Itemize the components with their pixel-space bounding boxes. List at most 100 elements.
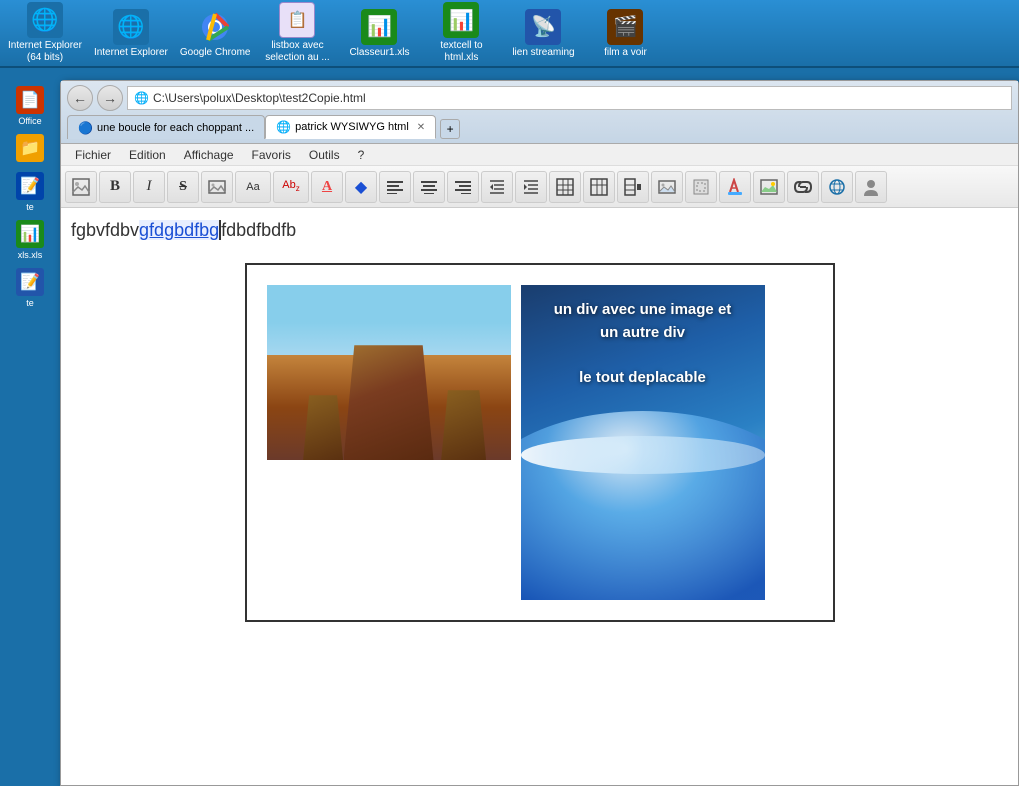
toolbar-indent-btn[interactable] [481,171,513,203]
content-box: un div avec une image et un autre div le… [245,263,835,622]
toolbar-person-btn[interactable] [855,171,887,203]
text-before-highlight: fgbvfdbv [71,220,139,240]
taskbar: 🌐 Internet Explorer(64 bits) 🌐 Internet … [0,0,1019,68]
toolbar-table2-btn[interactable] [583,171,615,203]
office-icon: 📄 [16,86,44,114]
toolbar-bold-btn[interactable]: B [99,171,131,203]
tab-boucle[interactable]: 🔵 une boucle for each choppant ... [67,115,265,139]
toolbar-fontsize-btn[interactable]: Aa [235,171,271,203]
desert-butte-left [303,395,343,460]
text-after-highlight: fdbdfbdfb [221,220,296,240]
taskbar-film[interactable]: 🎬 film a voir [590,9,660,58]
wave-text-line3: le tout deplacable [529,367,757,390]
toolbar-color-btn[interactable]: A [311,171,343,203]
toolbar-italic-btn[interactable]: I [133,171,165,203]
wave-text: un div avec une image et un autre div le… [521,295,765,393]
forward-button[interactable]: → [97,85,123,111]
address-bar-row: ← → 🌐 C:\Users\polux\Desktop\test2Copie.… [67,85,1012,111]
toolbar-globe-btn[interactable] [821,171,853,203]
tab-boucle-label: une boucle for each choppant ... [97,122,254,134]
address-text: C:\Users\polux\Desktop\test2Copie.html [153,91,366,105]
tabs-row: 🔵 une boucle for each choppant ... 🌐 pat… [67,115,1012,139]
editor-text: fgbvfdbvgfdgbdfbgfdbdfbdfb [71,218,1008,243]
menu-favoris[interactable]: Favoris [244,146,299,164]
toolbar-align-center-btn[interactable] [413,171,445,203]
new-tab-button[interactable]: + [440,119,460,139]
toolbar-img2-btn[interactable] [685,171,717,203]
desert-image [267,285,511,460]
toolbar-strike-btn[interactable]: S [167,171,199,203]
menu-fichier[interactable]: Fichier [67,146,119,164]
taskbar-listbox-label: listbox avecselection au ... [265,40,329,64]
taskbar-streaming-label: lien streaming [512,47,574,58]
toolbar-paint-btn[interactable] [719,171,751,203]
te-icon: 📝 [16,172,44,200]
desktop-icon-xls[interactable]: 📊 xls.xls [4,218,56,262]
taskbar-ie64[interactable]: 🌐 Internet Explorer(64 bits) [8,2,82,64]
ie64-icon: 🌐 [27,2,63,38]
toolbar-special-btn[interactable]: ◆ [345,171,377,203]
tab-boucle-icon: 🔵 [78,121,93,135]
tab-wysiwyg[interactable]: 🌐 patrick WYSIWYG html ✕ [265,115,436,139]
toolbar-table3-btn[interactable] [617,171,649,203]
taskbar-textcell[interactable]: 📊 textcell tohtml.xls [426,2,496,64]
te2-icon: 📝 [16,268,44,296]
menu-edition[interactable]: Edition [121,146,174,164]
wave-image: un div avec une image et un autre div le… [521,285,765,600]
menu-bar: Fichier Edition Affichage Favoris Outils… [61,144,1018,166]
menu-affichage[interactable]: Affichage [176,146,242,164]
xls-icon: 📊 [16,220,44,248]
taskbar-ie-label: Internet Explorer [94,47,168,58]
address-bar-icon: 🌐 [134,91,149,105]
desert-butte [344,345,434,460]
streaming-icon: 📡 [525,9,561,45]
text-highlighted: gfdgbdfbg [139,220,219,240]
editor-toolbar: B I S Aa Abz A [61,166,1018,208]
taskbar-textcell-label: textcell tohtml.xls [440,40,482,64]
address-bar[interactable]: 🌐 C:\Users\polux\Desktop\test2Copie.html [127,86,1012,110]
toolbar-img3-btn[interactable] [753,171,785,203]
film-icon: 🎬 [607,9,643,45]
browser-window: ← → 🌐 C:\Users\polux\Desktop\test2Copie.… [60,80,1019,786]
wave-foam [521,436,765,474]
toolbar-img-insert-btn[interactable] [651,171,683,203]
desktop-icons-left: 📄 Office 📁 📝 te 📊 xls.xls 📝 te [0,80,60,314]
wave-text-line2: un autre div [529,322,757,345]
menu-outils[interactable]: Outils [301,146,348,164]
toolbar-link-btn[interactable] [787,171,819,203]
toolbar-image-btn[interactable] [65,171,97,203]
tab-close-button[interactable]: ✕ [417,122,425,133]
desktop-icon-folder[interactable]: 📁 [4,132,56,166]
browser-chrome: ← → 🌐 C:\Users\polux\Desktop\test2Copie.… [61,81,1018,144]
taskbar-film-label: film a voir [604,47,647,58]
content-area[interactable]: fgbvfdbvgfdgbdfbgfdbdfbdfb [61,208,1018,785]
folder-icon: 📁 [16,134,44,162]
taskbar-chrome-label: Google Chrome [180,47,251,58]
toolbar-font-btn[interactable]: Abz [273,171,309,203]
desktop-icon-office[interactable]: 📄 Office [4,84,56,128]
desktop-icon-te[interactable]: 📝 te [4,170,56,214]
wave-text-line1: un div avec une image et [529,299,757,322]
toolbar-align-right-btn[interactable] [447,171,479,203]
taskbar-chrome[interactable]: Google Chrome [180,9,251,58]
back-button[interactable]: ← [67,85,93,111]
taskbar-ie[interactable]: 🌐 Internet Explorer [94,9,168,58]
toolbar-outdent-btn[interactable] [515,171,547,203]
tab-wysiwyg-label: patrick WYSIWYG html [295,121,409,133]
classeur-icon: 📊 [361,9,397,45]
toolbar-image2-btn[interactable] [201,171,233,203]
taskbar-ie64-label: Internet Explorer(64 bits) [8,40,82,64]
desktop-icon-te2[interactable]: 📝 te [4,266,56,310]
tab-wysiwyg-icon: 🌐 [276,120,291,134]
menu-help[interactable]: ? [350,146,373,164]
textcell-icon: 📊 [443,2,479,38]
taskbar-streaming[interactable]: 📡 lien streaming [508,9,578,58]
taskbar-classeur-label: Classeur1.xls [349,47,409,58]
listbox-icon: 📋 [279,2,315,38]
taskbar-listbox[interactable]: 📋 listbox avecselection au ... [262,2,332,64]
taskbar-classeur[interactable]: 📊 Classeur1.xls [344,9,414,58]
toolbar-align-left-btn[interactable] [379,171,411,203]
desert-butte-right [441,390,486,460]
toolbar-table-btn[interactable] [549,171,581,203]
ie-icon: 🌐 [113,9,149,45]
